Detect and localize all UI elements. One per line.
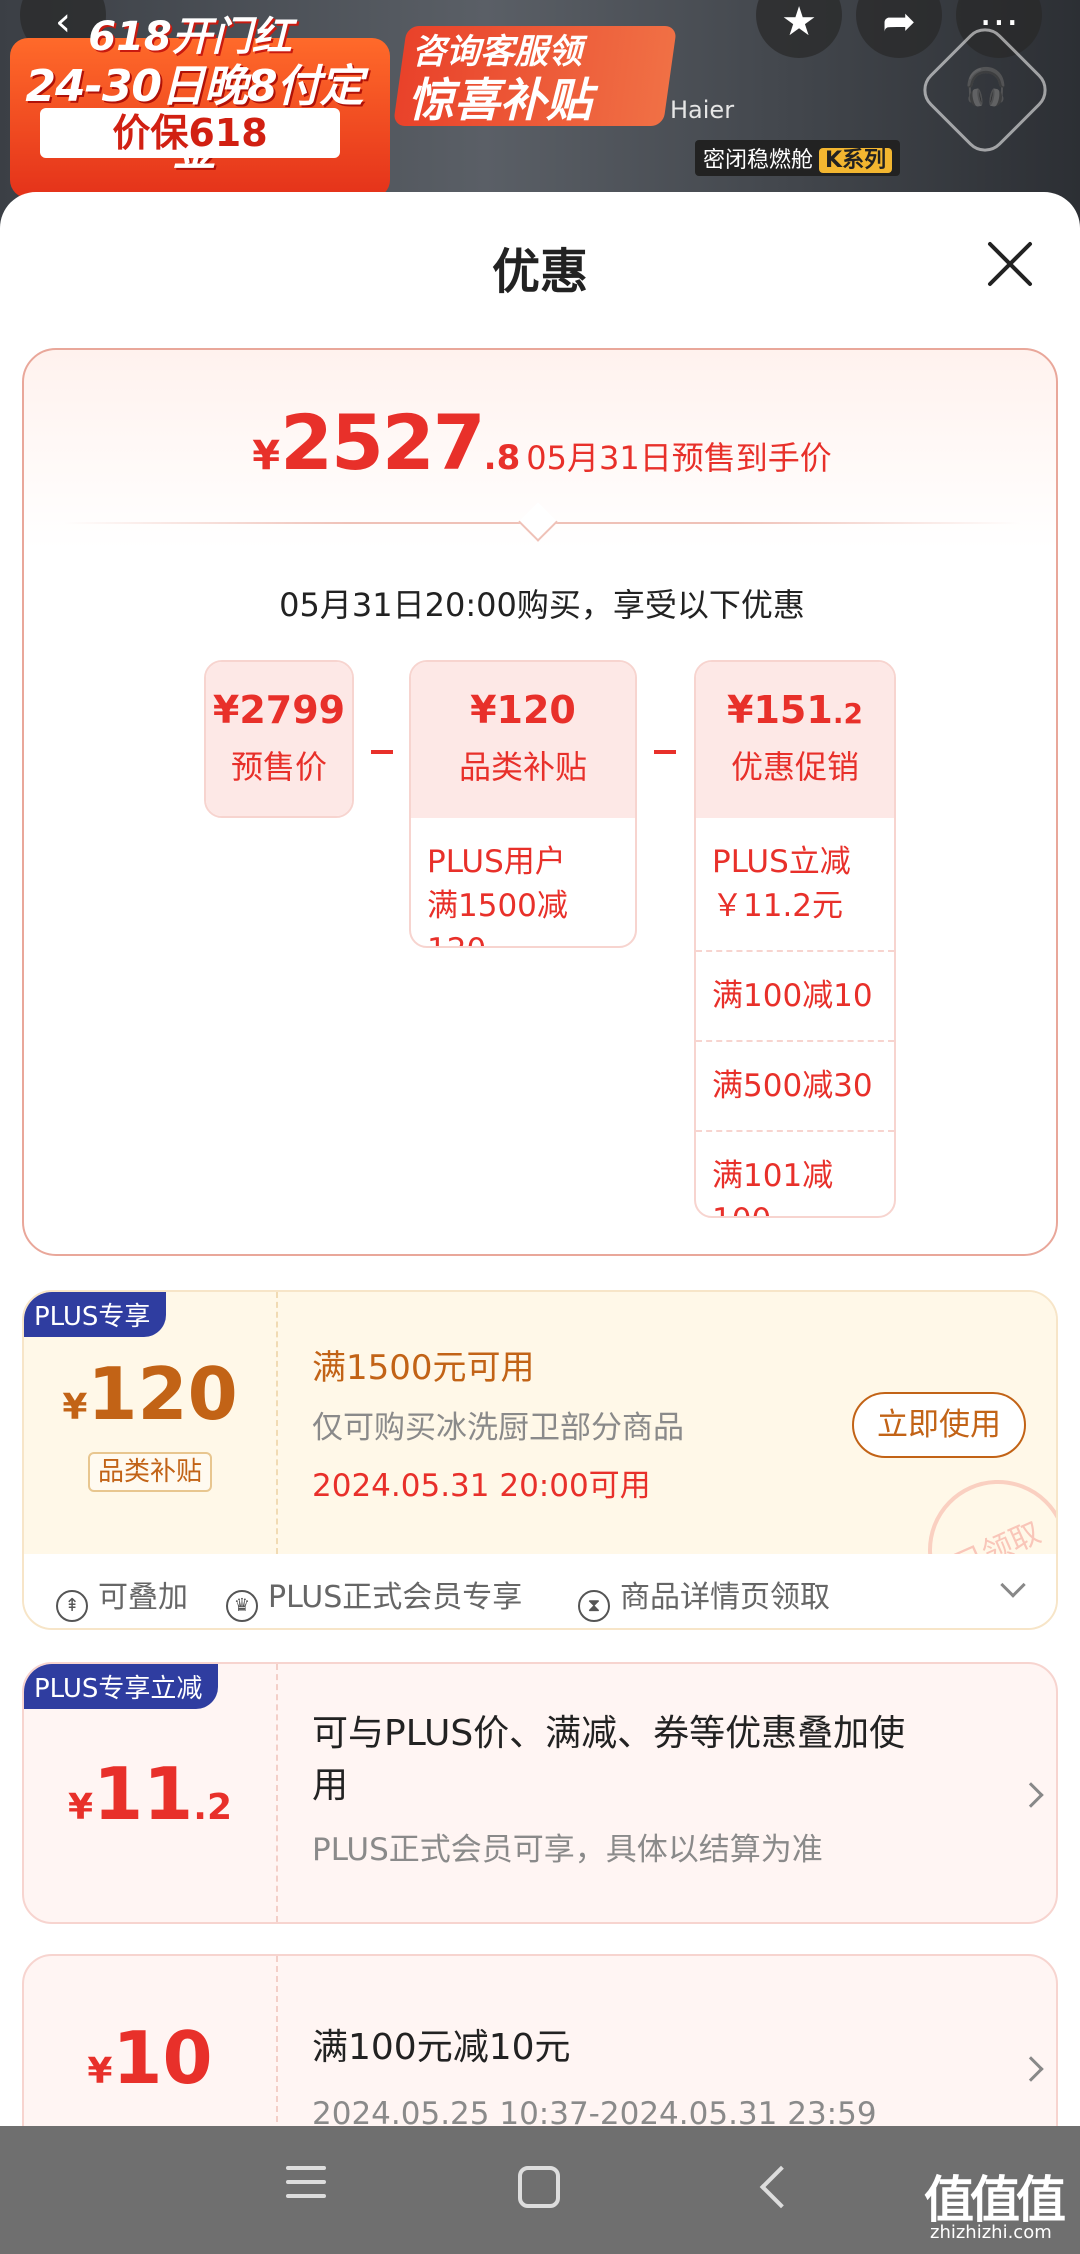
coupon-title: 可与PLUS价、满减、券等优惠叠加使用 bbox=[312, 1713, 906, 1806]
coupon-amount: ¥11.2 bbox=[68, 1752, 232, 1836]
presale-price-column: ¥2799 预售价 bbox=[204, 660, 354, 818]
promo-item: 满101减100 bbox=[696, 1130, 894, 1216]
coupon-title: 满100元减10元 bbox=[312, 2027, 571, 2068]
promo-item-plus: PLUS立减 ￥11.2元 bbox=[712, 844, 851, 924]
watermark-url: zhizhizhi.com bbox=[930, 2222, 1052, 2243]
final-price: ¥2527.8 05月31日预售到手价 bbox=[252, 398, 832, 487]
chevron-down-icon[interactable] bbox=[1000, 1572, 1026, 1598]
presale-label: 预售价 bbox=[230, 748, 327, 786]
coupon-desc: PLUS正式会员可享，具体以结算为准 bbox=[312, 1832, 823, 1868]
presale-amount: ¥2799 bbox=[212, 688, 346, 732]
subsidy-line2: 惊喜补贴 bbox=[408, 73, 592, 127]
divider-notch bbox=[518, 502, 558, 542]
series-badge: K系列 bbox=[819, 148, 893, 173]
promotion-label: 优惠促销 bbox=[730, 748, 859, 786]
final-price-label: 05月31日预售到手价 bbox=[526, 439, 832, 477]
close-icon[interactable] bbox=[982, 236, 1038, 292]
minus-sign bbox=[371, 750, 393, 754]
final-price-int: 2527 bbox=[280, 398, 486, 487]
final-price-dec: .8 bbox=[483, 438, 521, 478]
recent-apps-icon[interactable] bbox=[286, 2166, 326, 2206]
chevron-right-icon bbox=[1018, 1782, 1044, 1808]
plus-instant-discount-coupon[interactable]: PLUS专享立减 ¥11.2 可与PLUS价、满减、券等优惠叠加使用 PLUS正… bbox=[22, 1662, 1058, 1924]
category-subsidy-rule: PLUS用户 满1500减120 bbox=[427, 844, 568, 946]
minus-sign bbox=[654, 750, 676, 754]
coupon-footer[interactable]: ⇞ 可叠加 ♛ PLUS正式会员专享 ⧗ 商品详情页领取 bbox=[24, 1554, 1056, 1628]
coupon-amount: ¥10 bbox=[87, 2016, 213, 2100]
plus-member-note: ♛ PLUS正式会员专享 bbox=[226, 1572, 522, 1622]
price-breakdown-card: ¥2527.8 05月31日预售到手价 05月31日20:00购买，享受以下优惠 … bbox=[22, 348, 1058, 1256]
discount-sheet: 优惠 ¥2527.8 05月31日预售到手价 05月31日20:00购买，享受以下… bbox=[0, 192, 1080, 2254]
category-subsidy-column: ¥120 品类补贴 PLUS用户 满1500减120 bbox=[409, 660, 637, 948]
coupon-type-badge: 品类补贴 bbox=[88, 1452, 212, 1492]
product-series: 密闭稳燃舱 K系列 bbox=[695, 140, 901, 176]
buy-note: 05月31日20:00购买，享受以下优惠 bbox=[279, 586, 805, 624]
home-icon[interactable] bbox=[518, 2166, 560, 2208]
use-now-button[interactable]: 立即使用 bbox=[852, 1392, 1026, 1458]
category-subsidy-label: 品类补贴 bbox=[458, 748, 587, 786]
system-nav-bar bbox=[0, 2126, 1080, 2254]
promotion-column: ¥151.2 优惠促销 PLUS立减 ￥11.2元 满100减10 满500减3… bbox=[694, 660, 896, 1218]
plus-instant-tag: PLUS专享立减 bbox=[24, 1664, 219, 1709]
headset-icon: 🎧 bbox=[963, 67, 1009, 108]
promotion-amount: ¥151.2 bbox=[727, 688, 863, 732]
back-nav-icon[interactable] bbox=[759, 2165, 803, 2209]
chevron-right-icon bbox=[1018, 2056, 1044, 2082]
stack-icon: ⇞ bbox=[56, 1590, 88, 1622]
favorite-icon[interactable]: ★ bbox=[756, 0, 842, 58]
coupon-scope: 仅可购买冰洗厨卫部分商品 bbox=[312, 1410, 684, 1446]
category-subsidy-amount: ¥120 bbox=[470, 688, 576, 732]
coupon-threshold: 满1500元可用 bbox=[312, 1348, 535, 1388]
share-icon[interactable]: ➦ bbox=[856, 0, 942, 58]
ticket-icon: ⧗ bbox=[578, 1590, 610, 1622]
stackable-note: ⇞ 可叠加 bbox=[56, 1572, 188, 1622]
coupon-valid-time: 2024.05.31 20:00可用 bbox=[312, 1468, 651, 1504]
claim-location-note: ⧗ 商品详情页领取 bbox=[578, 1572, 830, 1622]
coupon-amount: ¥120 bbox=[62, 1352, 238, 1436]
promo-item: 满100减10 bbox=[696, 950, 894, 1040]
sheet-title: 优惠 bbox=[491, 244, 588, 300]
brand-logo: Haier bbox=[670, 96, 735, 124]
promo-item: 满500减30 bbox=[696, 1040, 894, 1130]
promo-line3: 价保618 bbox=[40, 108, 340, 158]
crown-icon: ♛ bbox=[226, 1590, 258, 1622]
plus-exclusive-tag: PLUS专享 bbox=[24, 1292, 167, 1337]
category-subsidy-coupon: PLUS专享 ¥120 品类补贴 满1500元可用 仅可购买冰洗厨卫部分商品 2… bbox=[22, 1290, 1058, 1630]
